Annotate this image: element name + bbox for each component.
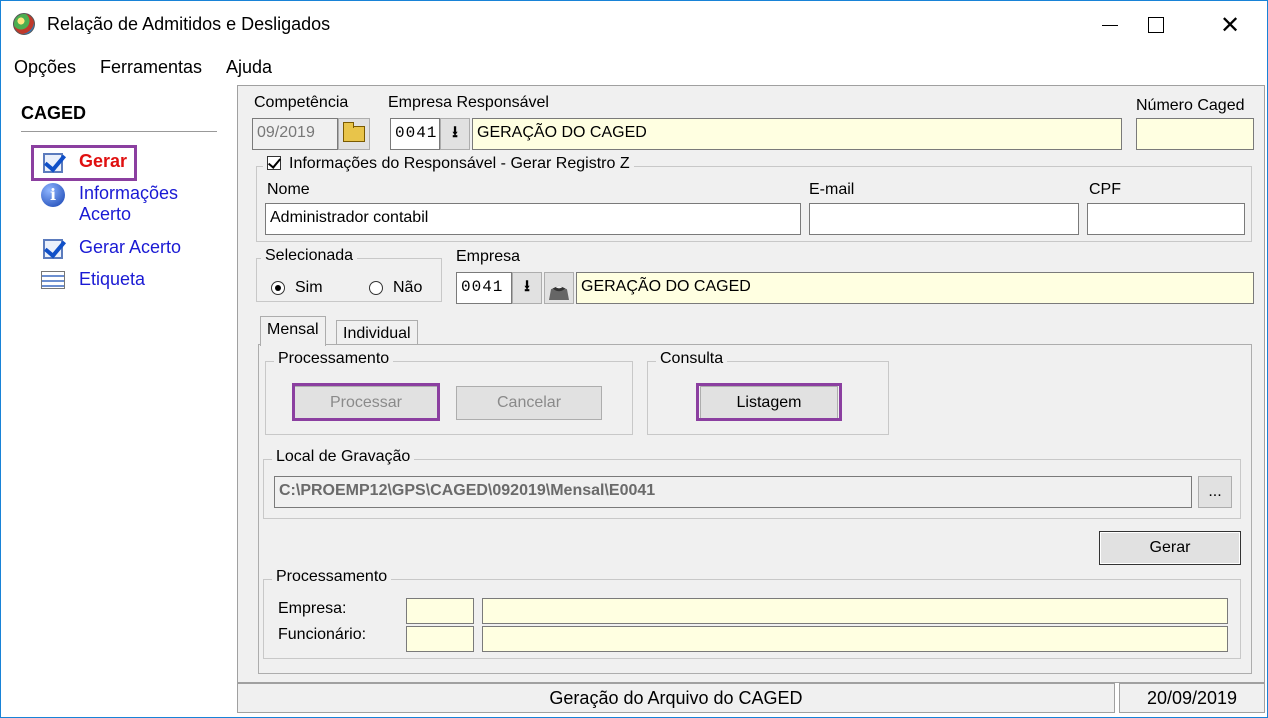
menu-ferramentas[interactable]: Ferramentas <box>100 57 202 78</box>
local-gravacao-title: Local de Gravação <box>272 448 415 466</box>
numero-caged-field[interactable] <box>1136 118 1254 150</box>
highlight-box-gerar <box>31 145 137 181</box>
tab-mensal[interactable]: Mensal <box>260 316 326 346</box>
highlight-box-listagem <box>696 383 842 421</box>
funcionario-status-code <box>406 626 474 652</box>
minimize-icon <box>1102 24 1118 26</box>
nome-label: Nome <box>267 181 310 198</box>
consulta-title: Consulta <box>656 350 728 368</box>
info-icon: i <box>41 183 69 207</box>
sidebar-title: CAGED <box>21 103 87 123</box>
selecionada-title: Selecionada <box>261 247 358 265</box>
empresa-status-code <box>406 598 474 624</box>
empresa-lookup-button[interactable]: ⭳ <box>512 272 542 304</box>
empresa-responsavel-name[interactable]: GERAÇÃO DO CAGED <box>472 118 1122 150</box>
tab-individual[interactable]: Individual <box>336 320 418 346</box>
sidebar: CAGED Gerar i Informações Acerto Gerar A… <box>1 85 233 717</box>
radio-nao[interactable]: Não <box>369 279 422 297</box>
close-icon: ✕ <box>1219 11 1241 39</box>
menu-opcoes[interactable]: Opções <box>14 57 76 78</box>
responsavel-group: Informações do Responsável - Gerar Regis… <box>256 155 1252 242</box>
empresa-responsavel-label: Empresa Responsável <box>388 94 549 111</box>
empresa-name[interactable]: GERAÇÃO DO CAGED <box>576 272 1254 304</box>
empresa-responsavel-lookup-button[interactable]: ⭳ <box>440 118 470 150</box>
radio-sim-label: Sim <box>295 279 323 296</box>
maximize-icon <box>1148 17 1164 33</box>
empresa-status-label: Empresa: <box>278 600 347 617</box>
folder-icon <box>343 122 365 142</box>
radio-dot <box>369 281 383 295</box>
app-icon <box>13 13 35 35</box>
responsavel-group-title[interactable]: Informações do Responsável - Gerar Regis… <box>263 155 634 173</box>
email-label: E-mail <box>809 181 855 198</box>
radio-dot <box>271 281 285 295</box>
cpf-label: CPF <box>1089 181 1121 198</box>
numero-caged-label: Número Caged <box>1136 97 1245 114</box>
maximize-button[interactable] <box>1133 1 1179 49</box>
sidebar-item-label: Etiqueta <box>79 269 146 289</box>
empresa-responsavel-code[interactable]: 0041 <box>390 118 440 150</box>
checkbox-responsavel[interactable] <box>267 156 281 170</box>
empresa-person-button[interactable] <box>544 272 574 304</box>
label-icon <box>41 269 69 293</box>
gerar-button[interactable]: Gerar <box>1099 531 1241 565</box>
sidebar-item-informacoes-acerto[interactable]: i Informações Acerto <box>41 183 178 225</box>
sidebar-item-label-line1: Informações <box>79 183 179 203</box>
selecionada-group: Selecionada Sim Não <box>256 247 442 302</box>
check-icon <box>41 237 69 261</box>
radio-nao-label: Não <box>393 279 423 296</box>
processamento-title: Processamento <box>274 350 394 368</box>
competencia-label: Competência <box>254 94 349 111</box>
status-bar: Geração do Arquivo do CAGED 20/09/2019 <box>237 683 1265 715</box>
funcionario-status-name <box>482 626 1228 652</box>
app-window: Relação de Admitidos e Desligados ✕ Opçõ… <box>0 0 1268 718</box>
title-bar: Relação de Admitidos e Desligados ✕ <box>1 1 1267 49</box>
sidebar-item-gerar-acerto[interactable]: Gerar Acerto <box>41 237 181 261</box>
competencia-field[interactable]: 09/2019 <box>252 118 338 150</box>
processamento-status-group: Processamento Empresa: Funcionário: <box>263 568 1241 659</box>
responsavel-title-text: Informações do Responsável - Gerar Regis… <box>289 155 630 172</box>
minimize-button[interactable] <box>1087 1 1133 49</box>
sidebar-item-label-line2: Acerto <box>79 204 132 224</box>
sidebar-item-label: Informações Acerto <box>79 183 178 225</box>
cpf-field[interactable] <box>1087 203 1245 235</box>
open-folder-button[interactable] <box>338 118 370 150</box>
cancelar-button[interactable]: Cancelar <box>456 386 602 420</box>
main-panel: Competência 09/2019 Empresa Responsável … <box>237 85 1265 683</box>
status-message: Geração do Arquivo do CAGED <box>237 683 1115 713</box>
local-gravacao-path[interactable]: C:\PROEMP12\GPS\CAGED\092019\Mensal\E004… <box>274 476 1192 508</box>
menu-ajuda[interactable]: Ajuda <box>226 57 272 78</box>
download-arrow-icon: ⭳ <box>452 123 458 141</box>
sidebar-divider <box>21 131 217 132</box>
browse-button[interactable]: ... <box>1198 476 1232 508</box>
empresa-label: Empresa <box>456 248 521 265</box>
window-title: Relação de Admitidos e Desligados <box>47 14 331 34</box>
person-icon <box>549 285 569 300</box>
sidebar-item-label: Gerar Acerto <box>79 237 182 257</box>
download-arrow-icon: ⭳ <box>524 277 530 295</box>
empresa-code[interactable]: 0041 <box>456 272 512 304</box>
radio-sim[interactable]: Sim <box>271 279 323 297</box>
nome-field[interactable]: Administrador contabil <box>265 203 801 235</box>
empresa-status-name <box>482 598 1228 624</box>
menu-bar: Opções Ferramentas Ajuda <box>1 53 1267 81</box>
tab-panel-mensal: Processamento Processar Cancelar Consult… <box>258 344 1252 674</box>
status-date: 20/09/2019 <box>1119 683 1265 713</box>
funcionario-status-label: Funcionário: <box>278 626 367 643</box>
sidebar-item-etiqueta[interactable]: Etiqueta <box>41 269 145 293</box>
processamento-status-title: Processamento <box>272 568 392 586</box>
close-button[interactable]: ✕ <box>1207 1 1253 49</box>
highlight-box-processar <box>292 383 440 421</box>
email-field[interactable] <box>809 203 1079 235</box>
local-gravacao-group: Local de Gravação C:\PROEMP12\GPS\CAGED\… <box>263 448 1241 519</box>
